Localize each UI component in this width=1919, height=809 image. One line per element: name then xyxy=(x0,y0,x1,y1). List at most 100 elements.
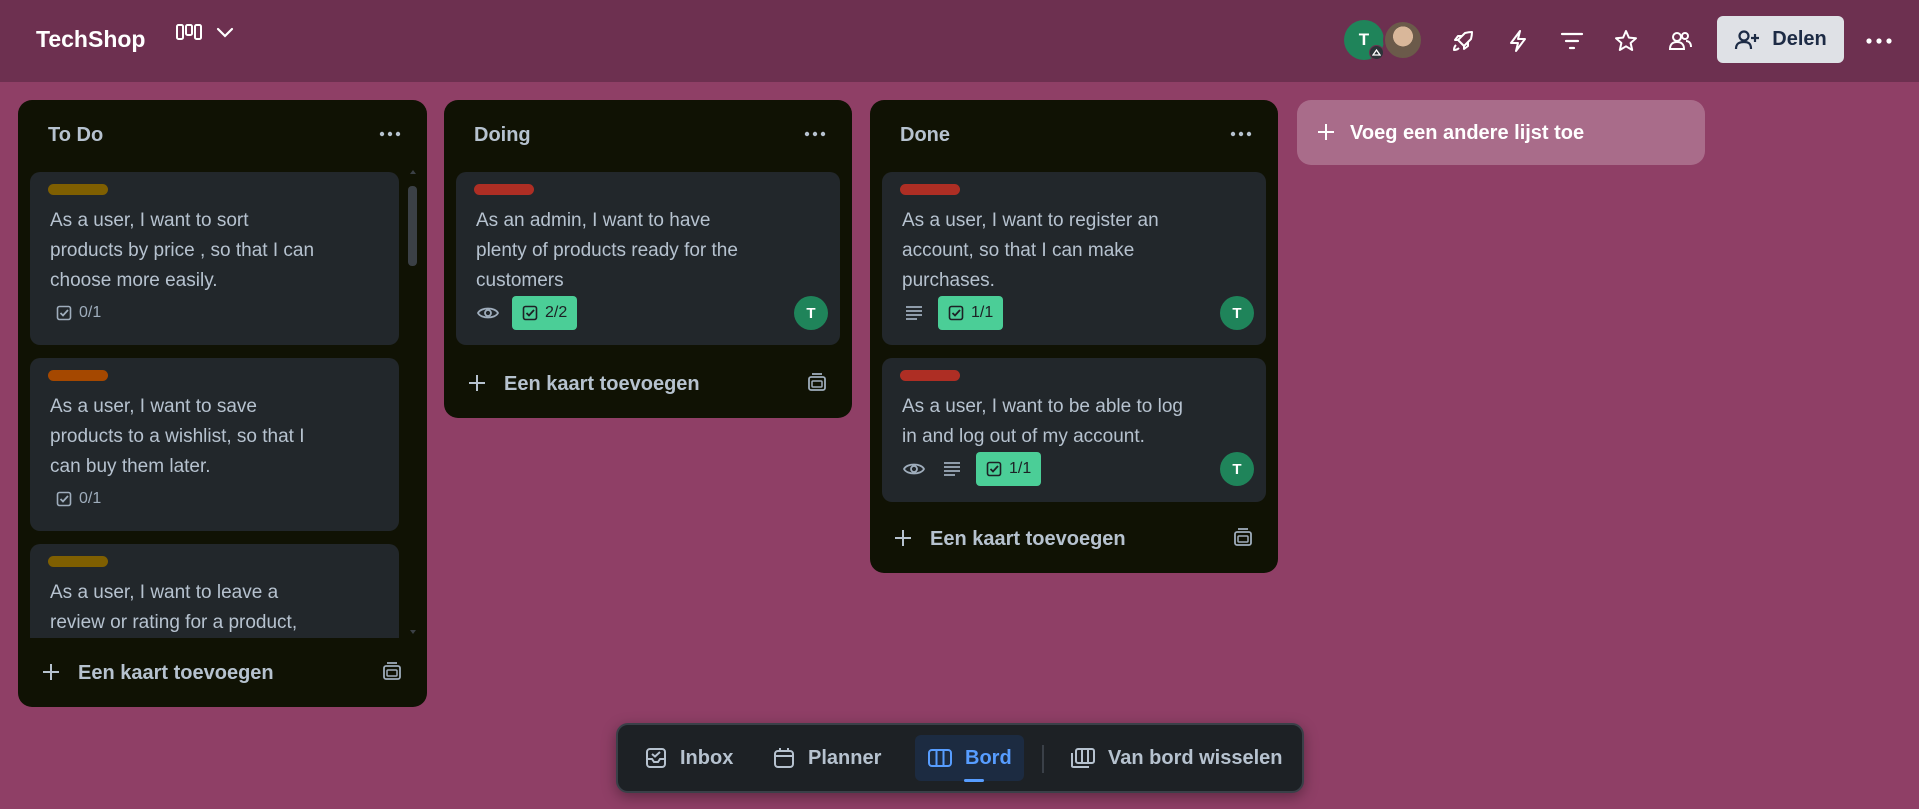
checklist-badge: 1/1 xyxy=(976,452,1042,486)
card-label[interactable] xyxy=(48,184,108,195)
card-template-icon[interactable] xyxy=(1232,528,1254,548)
description-icon xyxy=(900,296,928,330)
list-doing: Doing As an admin, I want to have plenty… xyxy=(444,100,852,418)
add-card-button[interactable]: Een kaart toevoegen xyxy=(18,651,427,695)
user-photo-avatar[interactable] xyxy=(1383,20,1423,60)
lightning-icon[interactable] xyxy=(1501,24,1535,58)
card-badges: 0/1 xyxy=(48,482,109,516)
board-title[interactable]: TechShop xyxy=(36,26,145,53)
add-card-button[interactable]: Een kaart toevoegen xyxy=(870,517,1278,561)
checklist-badge: 1/1 xyxy=(938,296,1004,330)
view-switcher[interactable] xyxy=(176,24,234,42)
card-title: As a user, I want to leave a review or r… xyxy=(50,582,298,633)
list-title[interactable]: To Do xyxy=(48,124,103,147)
plus-icon xyxy=(466,372,488,394)
card[interactable]: As a user, I want to be able to log in a… xyxy=(882,358,1266,502)
list-header: To Do xyxy=(18,100,427,170)
inbox-icon xyxy=(644,746,668,770)
nav-divider xyxy=(1042,745,1044,773)
checkbox-icon xyxy=(56,491,72,507)
card-member-avatar[interactable]: T xyxy=(1220,452,1254,486)
nav-inbox[interactable]: Inbox xyxy=(632,735,745,781)
plus-icon xyxy=(892,527,914,549)
more-icon[interactable] xyxy=(1862,24,1896,58)
add-card-label: Een kaart toevoegen xyxy=(78,662,274,684)
checklist-badge: 0/1 xyxy=(48,482,109,516)
card-title: As an admin, I want to have plenty of pr… xyxy=(476,210,738,291)
nav-switch-label: Van bord wisselen xyxy=(1108,746,1283,769)
nav-board[interactable]: Bord xyxy=(915,735,1024,781)
list-title[interactable]: Doing xyxy=(474,124,531,147)
card-badges: 1/1 xyxy=(900,296,1004,330)
checkbox-icon xyxy=(948,305,964,321)
add-list-label: Voeg een andere lijst toe xyxy=(1350,122,1585,144)
nav-board-label: Bord xyxy=(965,746,1012,769)
card-badges: 0/1 xyxy=(48,296,109,330)
card-template-icon[interactable] xyxy=(806,373,828,393)
card-badges: 1/1 xyxy=(900,452,1042,486)
list-cards-container: As a user, I want to sort products by pr… xyxy=(18,166,427,638)
card[interactable]: As a user, I want to register an account… xyxy=(882,172,1266,345)
add-card-label: Een kaart toevoegen xyxy=(930,528,1126,550)
card[interactable]: As a user, I want to sort products by pr… xyxy=(30,172,399,345)
description-icon xyxy=(938,452,966,486)
switch-board-icon xyxy=(1070,746,1096,770)
checkbox-icon xyxy=(522,305,538,321)
list-title[interactable]: Done xyxy=(900,124,950,147)
card-label[interactable] xyxy=(900,370,960,381)
card-template-icon[interactable] xyxy=(381,662,403,682)
avatar-initial: T xyxy=(1358,30,1370,49)
card-label[interactable] xyxy=(48,556,108,567)
board-columns-icon xyxy=(176,24,202,42)
board-header: TechShop T Delen xyxy=(0,0,1919,82)
card-label[interactable] xyxy=(474,184,534,195)
bottom-navigation: Inbox Planner Bord Van bord wisselen xyxy=(616,723,1304,793)
checkbox-icon xyxy=(986,461,1002,477)
card[interactable]: As an admin, I want to have plenty of pr… xyxy=(456,172,840,345)
checklist-badge: 2/2 xyxy=(512,296,578,330)
share-button[interactable]: Delen xyxy=(1717,16,1844,63)
nav-planner[interactable]: Planner xyxy=(760,735,893,781)
board-icon xyxy=(927,747,953,769)
list-done: Done As a user, I want to register an ac… xyxy=(870,100,1278,573)
add-card-button[interactable]: Een kaart toevoegen xyxy=(444,362,852,406)
card-title: As a user, I want to register an account… xyxy=(902,210,1159,291)
card[interactable]: As a user, I want to leave a review or r… xyxy=(30,544,399,638)
plus-icon xyxy=(40,661,62,683)
card-title: As a user, I want to be able to log in a… xyxy=(902,396,1183,447)
add-person-icon xyxy=(1734,28,1760,52)
add-list-button[interactable]: Voeg een andere lijst toe xyxy=(1297,100,1705,165)
card-member-avatar[interactable]: T xyxy=(1220,296,1254,330)
filter-icon[interactable] xyxy=(1555,24,1589,58)
plus-icon xyxy=(1315,121,1337,143)
card-label[interactable] xyxy=(48,370,108,381)
scrollbar-thumb[interactable] xyxy=(408,186,417,266)
list-menu-icon[interactable] xyxy=(800,122,830,146)
eye-icon xyxy=(474,296,502,330)
calendar-icon xyxy=(772,746,796,770)
card-title: As a user, I want to sort products by pr… xyxy=(50,210,315,291)
add-card-label: Een kaart toevoegen xyxy=(504,373,700,395)
active-indicator xyxy=(964,779,984,782)
eye-icon xyxy=(900,452,928,486)
list-menu-icon[interactable] xyxy=(375,122,405,146)
share-label: Delen xyxy=(1772,28,1827,50)
list-header: Done xyxy=(870,100,1278,170)
people-icon[interactable] xyxy=(1663,24,1697,58)
star-icon[interactable] xyxy=(1609,24,1643,58)
checkbox-icon xyxy=(56,305,72,321)
card-label[interactable] xyxy=(900,184,960,195)
card-title: As a user, I want to save products to a … xyxy=(50,396,305,477)
chevron-down-icon xyxy=(216,27,234,39)
card-member-avatar[interactable]: T xyxy=(794,296,828,330)
list-header: Doing xyxy=(444,100,852,170)
list-menu-icon[interactable] xyxy=(1226,122,1256,146)
admin-icon xyxy=(1369,45,1384,60)
nav-switch-board[interactable]: Van bord wisselen xyxy=(1058,735,1295,781)
checklist-badge: 0/1 xyxy=(48,296,109,330)
member-avatar[interactable]: T xyxy=(1344,20,1384,60)
card[interactable]: As a user, I want to save products to a … xyxy=(30,358,399,531)
card-badges: 2/2 xyxy=(474,296,578,330)
nav-inbox-label: Inbox xyxy=(680,746,734,769)
rocket-icon[interactable] xyxy=(1446,24,1480,58)
